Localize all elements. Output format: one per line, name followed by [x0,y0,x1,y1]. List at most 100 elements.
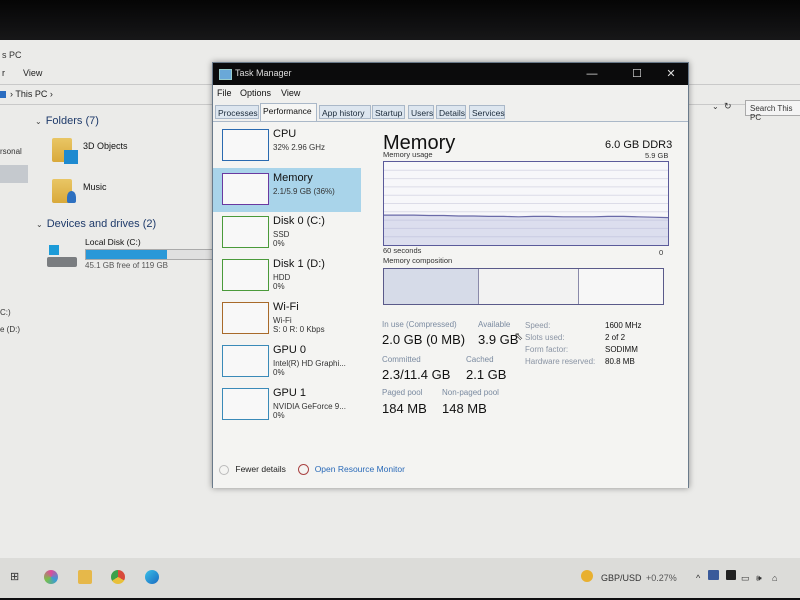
form-factor-value: SODIMM [605,345,638,354]
sidebar-item-name: GPU 0 [273,344,307,356]
nav-item-personal[interactable]: rsonal [0,147,22,156]
task-view-icon[interactable]: ⊞ [10,570,24,584]
graph-time-left: 60 seconds [383,246,422,255]
edge-icon[interactable] [145,570,159,584]
tab-users[interactable]: Users [408,105,434,119]
sidebar-item-memory[interactable]: Memory 2.1/5.9 GB (36%) [213,168,361,212]
chrome-icon[interactable] [111,570,125,584]
tray-app2-icon[interactable] [726,570,736,580]
nav-item-d-drive[interactable]: e (D:) [0,325,20,334]
sidebar-item-detail: Wi-Fi [273,316,292,325]
folder-3d-objects[interactable]: 3D Objects [83,141,128,151]
copilot-icon[interactable] [44,570,58,584]
sidebar-item-detail: SSD [273,230,290,239]
sidebar-item-gpu-1[interactable]: GPU 1 NVIDIA GeForce 9... 0% [213,383,361,427]
mouse-cursor-icon: ⇖ [514,331,524,343]
menu-view[interactable]: View [281,88,300,98]
sidebar-item-detail: Intel(R) HD Graphi... [273,359,346,368]
search-input[interactable]: Search This PC [745,100,800,122]
chevron-up-icon[interactable] [219,464,229,475]
graph-time-right: 0 [659,248,664,257]
sidebar-item-disk-1-d[interactable]: Disk 1 (D:) HDD 0% [213,254,361,298]
fewer-details-link[interactable]: Fewer details [235,464,286,474]
sidebar-item-detail: 32% 2.96 GHz [273,143,326,152]
resource-thumbnail-graph [222,345,269,377]
devices-header[interactable]: ⌄ Devices and drives (2) [36,218,156,230]
drive-name[interactable]: Local Disk (C:) [85,237,141,247]
close-button[interactable]: ✕ [656,66,686,82]
drive-free-text: 45.1 GB free of 119 GB [85,261,169,270]
tab-startup[interactable]: Startup [372,105,405,119]
sidebar-item-cpu[interactable]: CPU 32% 2.96 GHz [213,124,361,168]
memory-usage-area [384,215,668,245]
menu-options[interactable]: Options [240,88,271,98]
sidebar-item-disk-0-c[interactable]: Disk 0 (C:) SSD 0% [213,211,361,255]
committed-label: Committed [382,355,421,364]
3d-objects-folder-icon[interactable] [52,138,78,164]
resource-thumbnail-graph [222,302,269,334]
open-resource-monitor-link[interactable]: Open Resource Monitor [315,464,405,474]
folder-music[interactable]: Music [83,182,107,192]
memory-free-segment [579,269,663,304]
sidebar-item-detail: HDD [273,273,291,282]
volume-icon[interactable]: 🕪 [756,573,762,584]
tab-details[interactable]: Details [436,105,466,119]
speed-value: 1600 MHz [605,321,642,330]
title-bar[interactable]: Task Manager — ☐ ✕ [213,63,688,85]
tab-performance[interactable]: Performance [260,103,317,121]
window-title: Task Manager [235,68,292,78]
sidebar-item-value: S: 0 R: 0 Kbps [273,325,325,334]
sidebar-item-gpu-0[interactable]: GPU 0 Intel(R) HD Graphi... 0% [213,340,361,384]
tab-services[interactable]: Services [469,105,505,119]
in-use-value: 2.0 GB (0 MB) [382,332,466,347]
file-explorer-icon[interactable] [78,570,92,584]
available-value: 3.9 GB [478,332,519,347]
sidebar-item-name: CPU [273,128,297,140]
local-disk-icon[interactable] [47,245,79,269]
resource-thumbnail-graph [222,388,269,420]
chevron-up-icon[interactable]: ^ [696,573,700,583]
sidebar-item-value: 0% [273,368,285,377]
sidebar-item-name: Wi-Fi [273,301,299,313]
chevron-down-icon: ⌄ [35,117,42,126]
memory-usage-graph [383,161,669,246]
nav-selected-item[interactable] [0,165,28,183]
nonpaged-pool-value: 148 MB [442,401,487,416]
maximize-button[interactable]: ☐ [622,66,652,82]
folders-header[interactable]: ⌄ Folders (7) [35,115,99,127]
explorer-title: s PC [2,50,22,60]
sidebar-item-name: Disk 0 (C:) [273,215,325,227]
committed-value: 2.3/11.4 GB [382,367,451,382]
sidebar-item-wi-fi[interactable]: Wi-Fi Wi-Fi S: 0 R: 0 Kbps [213,297,361,341]
memory-composition-bar [383,268,664,305]
sidebar-item-value: 0% [273,282,285,291]
chevron-down-icon[interactable]: ⌄ [712,102,719,111]
minimize-button[interactable]: — [577,66,607,82]
breadcrumb-this-pc[interactable]: This PC [15,89,47,99]
battery-icon[interactable]: ▭ [741,573,750,584]
drive-usage-fill [86,250,167,259]
tray-app-icon[interactable] [708,570,719,580]
ticker-change[interactable]: +0.27% [646,573,677,583]
explorer-menu-view[interactable]: View [23,68,42,78]
sidebar-item-detail: NVIDIA GeForce 9... [273,402,346,411]
resource-thumbnail-graph [222,259,269,291]
resource-thumbnail-graph [222,216,269,248]
ticker-label[interactable]: GBP/USD [601,573,642,583]
refresh-icon[interactable]: ↻ [724,101,732,112]
breadcrumb[interactable]: › This PC › [10,89,53,99]
network-icon[interactable]: ⌂ [772,573,777,583]
weather-icon[interactable] [581,570,593,582]
tab-app-history[interactable]: App history [319,105,371,119]
in-use-label: In use (Compressed) [382,320,457,329]
devices-header-label: Devices and drives (2) [46,218,157,230]
sidebar-item-name: Disk 1 (D:) [273,258,325,270]
paged-pool-value: 184 MB [382,401,427,416]
music-folder-icon[interactable] [52,179,76,203]
resource-monitor-icon [298,464,310,476]
tab-processes[interactable]: Processes [215,105,259,119]
explorer-menu-item[interactable]: r [2,68,5,78]
nav-item-c-drive[interactable]: C:) [0,308,11,317]
this-pc-icon [0,91,6,98]
menu-file[interactable]: File [217,88,232,98]
